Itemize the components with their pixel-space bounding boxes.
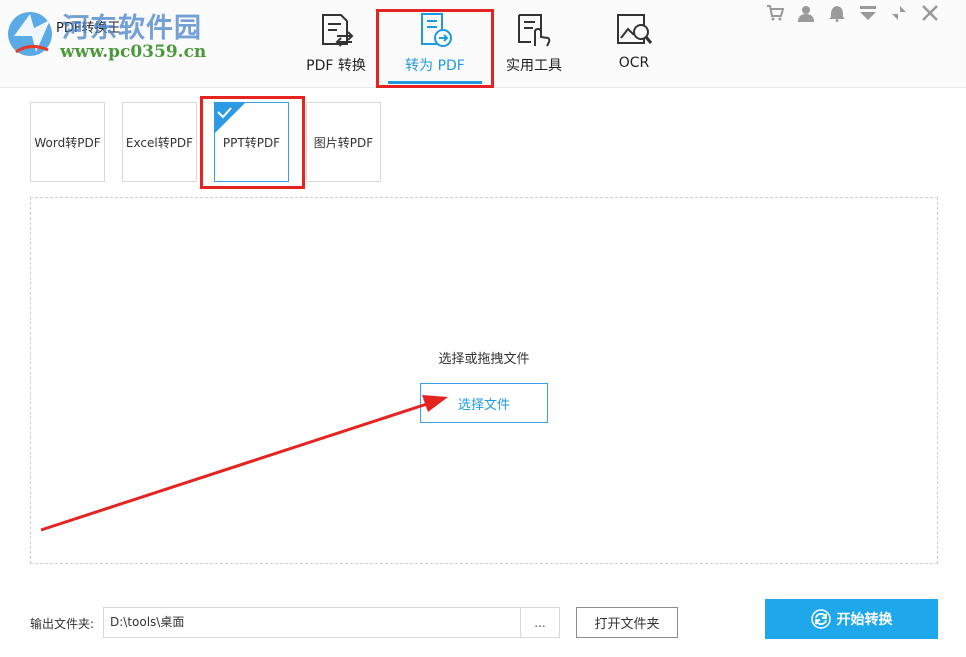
window-toolbar	[765, 3, 940, 23]
to-pdf-icon	[421, 13, 452, 47]
drop-hint-text: 选择或拖拽文件	[438, 352, 530, 367]
start-convert-label: 开始转换	[836, 612, 893, 628]
open-folder-button[interactable]: 打开文件夹	[576, 607, 678, 638]
subtab-ppt-label: PPT转PDF	[222, 135, 281, 150]
bell-icon[interactable]	[827, 3, 847, 23]
cart-icon[interactable]	[765, 3, 785, 23]
app-window: PDF转换王 河东软件园 www.pc0359.cn PDF 转换 转为 PDF	[0, 0, 966, 657]
subtab-excel-to-pdf[interactable]: Excel转PDF	[122, 102, 197, 182]
output-path-field[interactable]: D:\tools\桌面	[103, 607, 560, 638]
tab-ocr[interactable]: OCR	[594, 0, 674, 88]
subtab-ppt-to-pdf[interactable]: PPT转PDF	[214, 102, 289, 182]
ocr-icon	[617, 14, 653, 44]
subtab-image-to-pdf[interactable]: 图片转PDF	[306, 102, 381, 182]
user-icon[interactable]	[796, 3, 816, 23]
subtab-word-to-pdf[interactable]: Word转PDF	[30, 102, 105, 182]
browse-folder-button[interactable]: ...	[520, 607, 560, 638]
pdf-convert-icon	[322, 14, 354, 47]
start-convert-button[interactable]: 开始转换	[765, 599, 938, 639]
tab-pdf-convert-label: PDF 转换	[306, 58, 366, 74]
subtab-image-label: 图片转PDF	[313, 135, 374, 150]
watermark-text: 河东软件园	[62, 13, 202, 44]
active-tab-indicator	[388, 81, 482, 84]
refresh-icon	[810, 609, 831, 629]
subtab-word-label: Word转PDF	[34, 135, 101, 150]
watermark-url: www.pc0359.cn	[60, 42, 207, 62]
tab-pdf-convert[interactable]: PDF 转换	[296, 0, 376, 88]
tab-to-pdf[interactable]: 转为 PDF	[380, 0, 490, 88]
subtab-excel-label: Excel转PDF	[125, 135, 194, 150]
output-folder-label: 输出文件夹:	[30, 617, 95, 631]
logo-icon	[8, 12, 52, 56]
tab-tools-label: 实用工具	[506, 58, 562, 74]
check-icon	[214, 102, 246, 134]
menu-icon[interactable]	[858, 3, 878, 23]
tools-icon	[518, 14, 551, 47]
header-bar: PDF转换王 河东软件园 www.pc0359.cn PDF 转换 转为 PDF	[0, 0, 966, 88]
select-file-button[interactable]: 选择文件	[420, 383, 548, 423]
close-icon[interactable]	[920, 3, 940, 23]
file-drop-zone[interactable]: 选择或拖拽文件 选择文件	[30, 197, 938, 564]
tab-tools[interactable]: 实用工具	[494, 0, 574, 88]
minimize-icon[interactable]	[889, 3, 909, 23]
tab-ocr-label: OCR	[618, 55, 650, 71]
tab-to-pdf-label: 转为 PDF	[405, 58, 465, 74]
